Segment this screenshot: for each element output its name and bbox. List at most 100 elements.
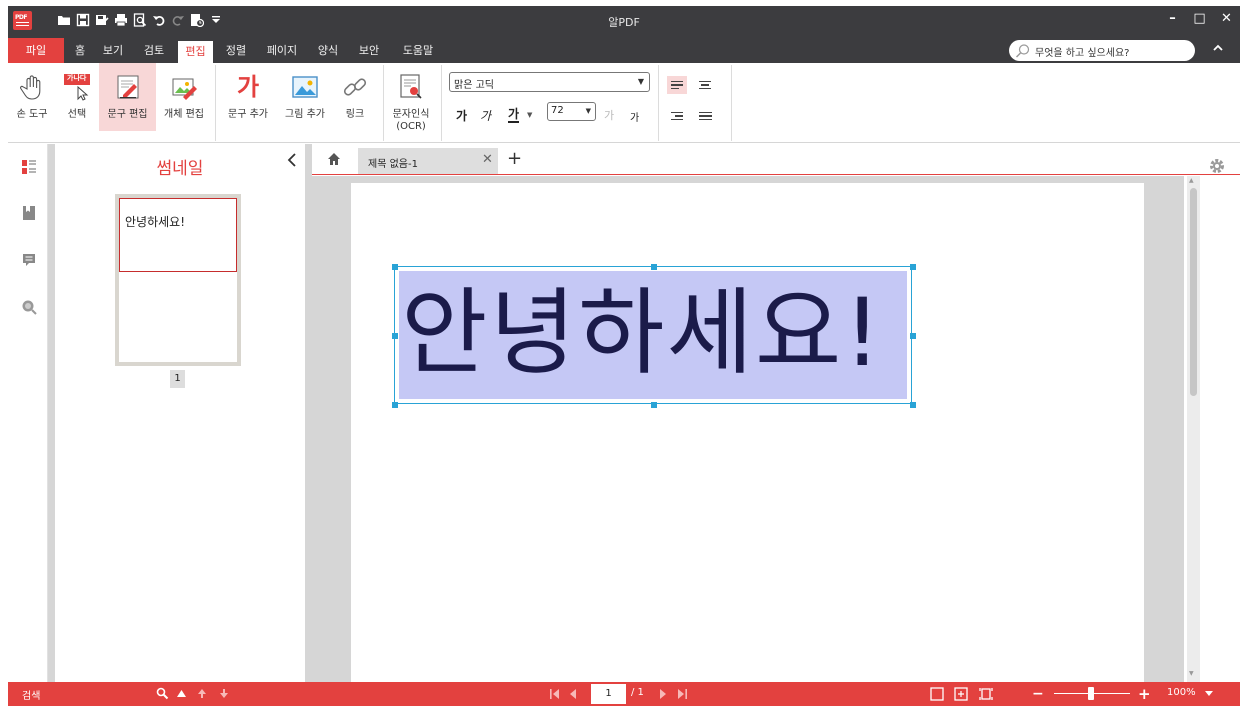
title-bar: PDF 알PDF – □ ✕ [8,6,1240,38]
ocr-label: 문자인식 (OCR) [386,109,436,133]
thumbnail-panel: 썸네일 안녕하세요! 1 [55,144,305,682]
link-button[interactable]: 링크 [334,63,376,131]
prev-page-icon[interactable] [568,688,578,700]
resize-handle[interactable] [910,264,916,270]
resize-handle[interactable] [392,264,398,270]
menu-page[interactable]: 페이지 [262,38,302,63]
panel-divider [305,144,312,682]
pdf-page[interactable]: 안녕하세요! [351,183,1144,682]
bold-button[interactable]: 가 [456,107,467,124]
thumbnail-page-number: 1 [170,370,185,388]
align-center-button[interactable] [695,76,715,94]
zoom-slider-handle[interactable] [1088,687,1094,700]
align-right-button[interactable] [667,107,687,125]
document-text[interactable]: 안녕하세요! [401,275,883,393]
edit-text-icon [117,75,138,99]
menu-security[interactable]: 보안 [355,38,383,63]
menu-file[interactable]: 파일 [8,38,64,63]
select-label: 선택 [67,109,87,120]
font-color-button[interactable]: 가 [508,107,520,123]
close-button[interactable]: ✕ [1213,6,1240,30]
menu-review[interactable]: 검토 [140,38,168,63]
zoom-in-button[interactable]: + [1138,685,1151,703]
hand-tool-label: 손 도구 [16,109,48,120]
collapse-panel-button[interactable] [286,152,298,173]
scroll-down-arrow-icon[interactable]: ▼ [1189,670,1194,677]
thumbnails-icon[interactable] [21,159,37,175]
single-page-view-icon[interactable] [930,687,944,701]
resize-handle[interactable] [651,264,657,270]
edit-text-button[interactable]: 문구 편집 [99,63,156,131]
menu-home[interactable]: 홈 [68,38,92,63]
ribbon-divider [658,65,659,141]
last-page-icon[interactable] [676,688,688,700]
resize-handle[interactable] [392,402,398,408]
zoom-dropdown-icon[interactable] [1205,691,1213,697]
home-icon[interactable] [326,151,342,167]
italic-button[interactable]: 가 [480,107,491,124]
shrink-font-button[interactable]: 가 [630,109,639,124]
document-tab[interactable]: 제목 없음-1 ✕ [358,148,498,174]
resize-handle[interactable] [392,333,398,339]
minimize-button[interactable]: – [1159,6,1186,30]
prev-result-icon[interactable] [197,688,207,699]
next-page-icon[interactable] [658,688,668,700]
resize-handle[interactable] [910,402,916,408]
add-image-icon [292,76,318,98]
document-canvas[interactable]: 안녕하세요! [312,176,1184,682]
zoom-out-button[interactable]: − [1032,686,1044,702]
status-bar: 검색 1 / 1 − + 100% [8,682,1240,706]
font-name-value: 맑은 고딕 [454,80,494,91]
collapse-ribbon-button[interactable] [1208,40,1228,61]
ribbon-toolbar: 손 도구 가나다 선택 문구 편집 개체 편집 가 문구 추가 그림 추가 링크… [8,63,1240,143]
ocr-button[interactable]: 문자인식 (OCR) [386,63,436,133]
menu-form[interactable]: 양식 [314,38,342,63]
add-image-button[interactable]: 그림 추가 [278,63,332,131]
zoom-level[interactable]: 100% [1167,687,1196,698]
scroll-up-arrow-icon[interactable]: ▲ [1189,177,1194,184]
ocr-label-line2: (OCR) [396,121,426,132]
hand-tool-button[interactable]: 손 도구 [10,63,54,131]
document-tab-bar: 제목 없음-1 ✕ + [312,144,1240,175]
select-button[interactable]: 가나다 선택 [54,63,100,131]
menu-arrange[interactable]: 정렬 [222,38,250,63]
find-icon[interactable] [156,687,169,700]
comment-icon[interactable] [21,252,37,268]
add-text-label: 문구 추가 [228,109,268,120]
scroll-thumb[interactable] [1190,188,1197,396]
font-color-dropdown-icon[interactable]: ▼ [527,111,532,119]
close-tab-icon[interactable]: ✕ [482,152,493,167]
font-name-select[interactable]: 맑은 고딕 ▼ [449,72,650,92]
align-justify-button[interactable] [695,107,715,125]
add-text-button[interactable]: 가 문구 추가 [222,63,274,131]
bookmark-icon[interactable] [21,205,37,221]
font-size-select[interactable]: 72 ▼ [547,102,596,121]
fit-width-icon[interactable] [979,687,993,701]
new-tab-button[interactable]: + [507,148,522,169]
chevron-down-icon: ▼ [637,77,644,86]
resize-handle[interactable] [651,402,657,408]
menu-edit[interactable]: 편집 [178,41,213,63]
edit-object-button[interactable]: 개체 편집 [156,63,212,131]
first-page-icon[interactable] [549,688,561,700]
fit-page-icon[interactable] [954,687,968,701]
align-left-button[interactable] [667,76,687,94]
search-panel-icon[interactable] [21,299,37,315]
menu-help[interactable]: 도움말 [398,38,438,63]
text-box[interactable]: 안녕하세요! [392,264,916,408]
page-thumbnail[interactable]: 안녕하세요! [115,194,241,366]
ribbon-divider [441,65,442,141]
link-label: 링크 [345,109,365,120]
next-result-icon[interactable] [219,688,229,699]
menu-view[interactable]: 보기 [99,38,127,63]
gear-icon[interactable] [1208,157,1226,175]
page-number-input[interactable]: 1 [591,684,626,704]
document-tab-title: 제목 없음-1 [368,159,418,170]
window-controls: – □ ✕ [1159,6,1240,30]
find-previous-icon[interactable] [176,689,187,698]
search-input[interactable]: 무엇을 하고 싶으세요? [1009,40,1195,61]
grow-font-button[interactable]: 가 [604,107,614,123]
maximize-button[interactable]: □ [1186,6,1213,30]
vertical-scrollbar[interactable]: ▲ ▼ [1184,176,1240,682]
resize-handle[interactable] [910,333,916,339]
